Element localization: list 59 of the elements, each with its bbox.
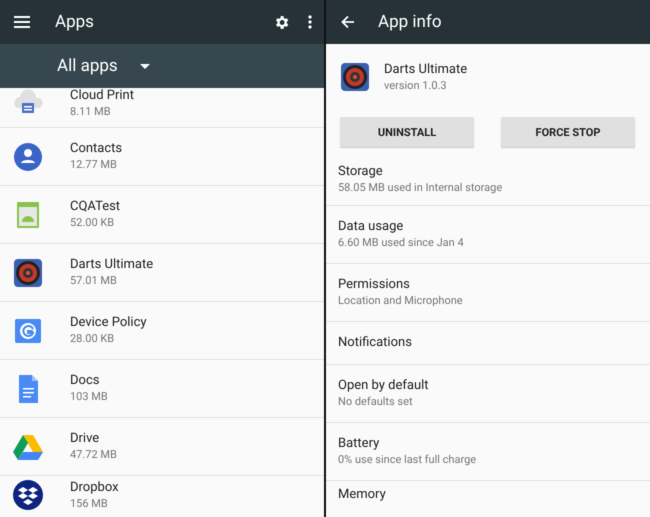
item-title: Memory xyxy=(338,487,387,503)
settings-item[interactable]: Notifications xyxy=(326,322,650,365)
app-list-item[interactable]: Contacts 12.77 MB xyxy=(0,128,324,186)
app-list-item[interactable]: Docs 103 MB xyxy=(0,360,324,418)
dartboard-icon xyxy=(13,258,43,288)
item-summary: Location and Microphone xyxy=(338,293,464,308)
app-name: Darts Ultimate xyxy=(70,257,154,273)
settings-item[interactable]: Data usage 6.60 MB used since Jan 4 xyxy=(326,206,650,264)
item-title: Open by default xyxy=(338,378,430,394)
app-size: 47.72 MB xyxy=(70,447,117,462)
app-size: 103 MB xyxy=(70,389,108,404)
settings-item[interactable]: Memory xyxy=(326,481,650,517)
app-name: Contacts xyxy=(70,141,122,157)
menu-button[interactable] xyxy=(14,16,30,28)
settings-button[interactable] xyxy=(273,14,290,30)
app-name: Darts Ultimate xyxy=(384,62,468,78)
app-list-item[interactable]: CQATest 52.00 KB xyxy=(0,186,324,244)
app-name: Device Policy xyxy=(70,315,147,331)
app-size: 8.11 MB xyxy=(70,104,112,119)
app-size: 57.01 MB xyxy=(70,273,118,288)
app-size: 156 MB xyxy=(70,496,109,511)
app-name: Dropbox xyxy=(70,480,119,496)
item-summary: No defaults set xyxy=(338,394,414,409)
app-list-item[interactable]: Device Policy 28.00 KB xyxy=(0,302,324,360)
app-list-item[interactable]: Dropbox 156 MB xyxy=(0,476,324,517)
caret-icon xyxy=(140,64,150,68)
item-title: Battery xyxy=(338,436,380,452)
app-bar-title: Apps xyxy=(55,12,95,32)
item-title: Notifications xyxy=(338,335,413,351)
app-version: version 1.0.3 xyxy=(384,78,448,92)
app-bar-title: App info xyxy=(378,12,442,32)
app-list-item[interactable]: Drive 47.72 MB xyxy=(0,418,324,476)
app-name: Drive xyxy=(70,431,100,447)
item-title: Data usage xyxy=(338,219,404,235)
item-summary: 6.60 MB used since Jan 4 xyxy=(338,235,465,250)
app-name: Cloud Print xyxy=(70,88,134,104)
app-size: 52.00 KB xyxy=(70,215,116,230)
person-icon xyxy=(13,142,43,172)
back-button[interactable] xyxy=(341,15,355,29)
app-list-item[interactable]: Darts Ultimate 57.01 MB xyxy=(0,244,324,302)
item-summary: 0% use since last full charge xyxy=(338,452,478,467)
app-size: 28.00 KB xyxy=(70,331,116,346)
box-icon xyxy=(13,480,43,510)
force-stop-button[interactable]: FORCE STOP xyxy=(501,117,635,147)
app-list-item[interactable]: Cloud Print 8.11 MB xyxy=(0,88,324,128)
settings-item[interactable]: Open by default No defaults set xyxy=(326,365,650,423)
settings-item[interactable]: Storage 58.05 MB used in Internal storage xyxy=(326,154,650,206)
item-title: Storage xyxy=(338,164,384,180)
app-name: Docs xyxy=(70,373,100,389)
app-size: 12.77 MB xyxy=(70,157,118,172)
filter-dropdown[interactable]: All apps xyxy=(57,56,150,76)
item-title: Permissions xyxy=(338,277,411,293)
app-name: CQATest xyxy=(70,199,120,215)
more-options-button[interactable] xyxy=(308,15,312,29)
dartboard-icon xyxy=(340,62,370,92)
item-summary: 58.05 MB used in Internal storage xyxy=(338,180,504,195)
uninstall-button[interactable]: UNINSTALL xyxy=(340,117,474,147)
settings-item[interactable]: Battery 0% use since last full charge xyxy=(326,423,650,481)
settings-item[interactable]: Permissions Location and Microphone xyxy=(326,264,650,322)
